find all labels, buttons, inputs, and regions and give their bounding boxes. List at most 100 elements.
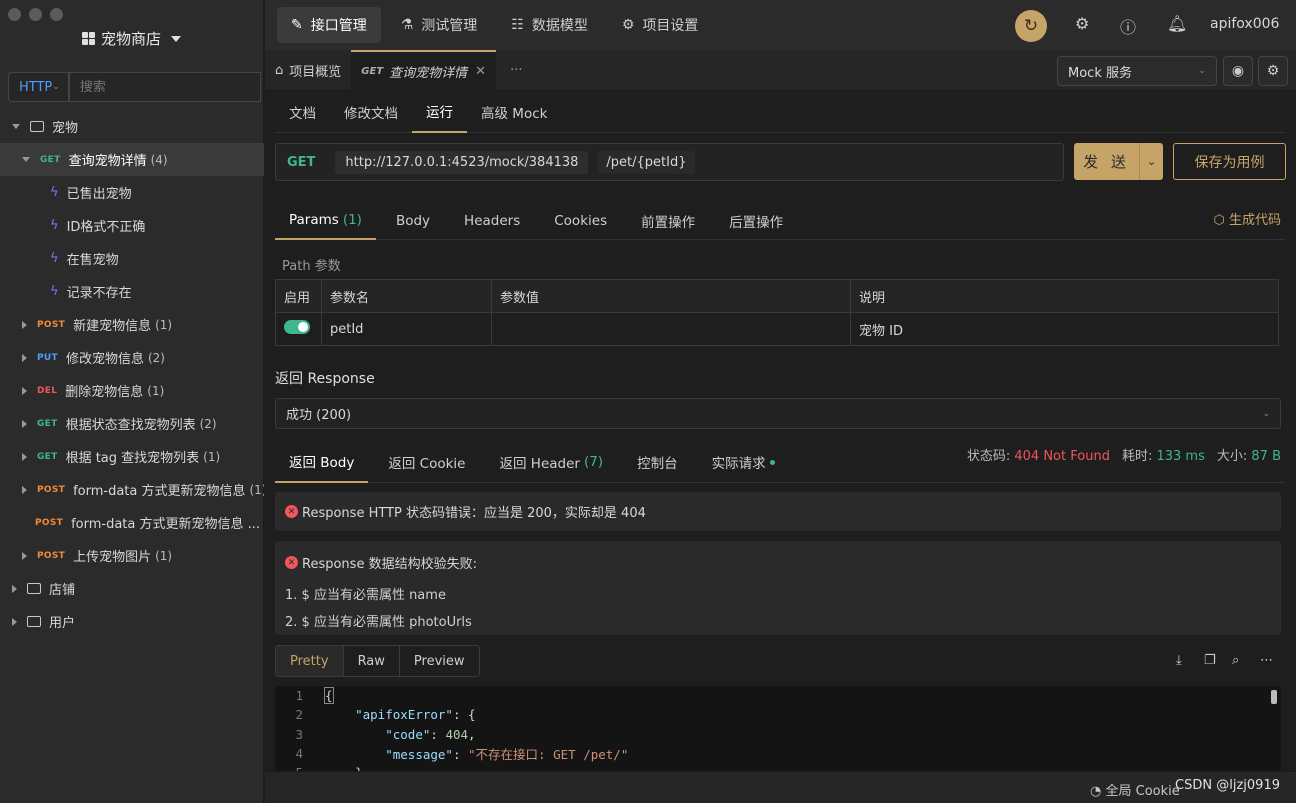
caret-right-icon[interactable] <box>12 584 17 593</box>
tree-item[interactable]: ϟ 已售出宠物 <box>0 176 264 209</box>
request-method[interactable]: GET <box>287 155 315 170</box>
scrollbar[interactable] <box>1271 690 1277 704</box>
caret-right-icon[interactable] <box>22 320 27 329</box>
chevron-down-icon[interactable]: ⌄ <box>1139 143 1163 180</box>
more-tabs-button[interactable]: ··· <box>500 50 532 91</box>
tab-headers[interactable]: Headers <box>450 201 534 240</box>
caret-right-icon[interactable] <box>22 353 27 362</box>
tab-api-management[interactable]: ✎ 接口管理 <box>277 7 381 43</box>
tree-item[interactable]: ϟ 记录不存在 <box>0 275 264 308</box>
tab-test-management[interactable]: ⚗ 测试管理 <box>387 7 492 43</box>
bell-icon[interactable]: 🔔︎ <box>1167 14 1187 33</box>
save-as-case-button[interactable]: 保存为用例 <box>1173 143 1286 180</box>
env-settings-button[interactable]: ⚙ <box>1258 56 1288 86</box>
tree-item[interactable]: GET 查询宠物详情 (4) <box>0 143 264 176</box>
method-badge: PUT <box>37 352 58 363</box>
table-row: petId 宠物 ID <box>275 312 1279 346</box>
enabled-toggle[interactable] <box>284 320 310 334</box>
tab-preview[interactable]: Preview <box>400 646 479 676</box>
tree-item-label: 上传宠物图片 <box>73 550 152 565</box>
response-select[interactable]: 成功 (200) ⌄ <box>275 398 1281 429</box>
tab-console[interactable]: 控制台 <box>623 441 692 483</box>
tab-pretty[interactable]: Pretty <box>276 646 344 676</box>
tab-response-body[interactable]: 返回 Body <box>275 441 369 483</box>
url-bar[interactable]: GET http://127.0.0.1:4523/mock/384138 /p… <box>275 143 1064 181</box>
tab-raw[interactable]: Raw <box>344 646 400 676</box>
tab-project-overview[interactable]: ⌂ 项目概览 <box>265 50 351 91</box>
tree-item[interactable]: GET 根据 tag 查找宠物列表 (1) <box>0 440 264 473</box>
eye-button[interactable]: ◉ <box>1223 56 1253 86</box>
copy-icon[interactable]: ❐ <box>1204 653 1216 668</box>
tab-edit-doc[interactable]: 修改文档 <box>330 91 412 133</box>
bolt-icon: ϟ <box>50 185 59 200</box>
tab-cookies[interactable]: Cookies <box>540 201 621 240</box>
tree-item[interactable]: PUT 修改宠物信息 (2) <box>0 341 264 374</box>
tab-run[interactable]: 运行 <box>412 91 467 133</box>
tree-item[interactable]: POST 新建宠物信息 (1) <box>0 308 264 341</box>
tree-item[interactable]: POST form-data 方式更新宠物信息(1) <box>0 473 264 506</box>
tab-data-model[interactable]: ☷ 数据模型 <box>497 7 602 43</box>
caret-down-icon[interactable] <box>22 157 30 162</box>
tree-item[interactable]: POST form-data 方式更新宠物信息 ... <box>0 506 264 539</box>
caret-right-icon[interactable] <box>22 386 27 395</box>
help-icon[interactable]: ⓘ <box>1120 14 1136 38</box>
global-cookie-button[interactable]: ◔ 全局 Cookie <box>1090 780 1180 799</box>
settings-gear-icon[interactable]: ⚙ <box>1075 14 1089 33</box>
tab-api-detail[interactable]: GET 查询宠物详情 ✕ <box>351 49 497 91</box>
search-icon[interactable]: ⌕ <box>1232 653 1239 668</box>
close-window-button[interactable] <box>8 8 21 21</box>
caret-right-icon[interactable] <box>22 485 27 494</box>
caret-right-icon[interactable] <box>22 551 27 560</box>
folder-icon <box>27 583 41 594</box>
sync-button[interactable]: ↻ <box>1015 10 1047 42</box>
tree-item[interactable]: GET 根据状态查找宠物列表 (2) <box>0 407 264 440</box>
caret-right-icon[interactable] <box>12 617 17 626</box>
api-subtabs: 文档 修改文档 运行 高级 Mock <box>275 91 1285 133</box>
bank-icon: ⌂ <box>275 62 284 78</box>
close-icon[interactable]: ✕ <box>475 64 486 79</box>
tab-pre-actions[interactable]: 前置操作 <box>627 201 709 240</box>
param-name-cell[interactable]: petId <box>321 312 492 346</box>
username[interactable]: apifox006 <box>1210 16 1279 32</box>
tab-response-header[interactable]: 返回 Header (7) <box>486 441 618 483</box>
cube-icon: ⬡ <box>1213 213 1225 228</box>
tree-item[interactable]: DEL 删除宠物信息 (1) <box>0 374 264 407</box>
send-button[interactable]: 发 送 ⌄ <box>1074 143 1163 180</box>
download-icon[interactable]: ⤓ <box>1176 653 1182 668</box>
tree-item[interactable]: 店铺 <box>0 572 264 605</box>
response-code-viewer[interactable]: 1{ 2 "apifoxError": { 3 "code": 404, 4 "… <box>275 686 1281 771</box>
caret-right-icon[interactable] <box>22 452 27 461</box>
tab-actual-request[interactable]: 实际请求 <box>698 441 789 483</box>
tab-post-actions[interactable]: 后置操作 <box>715 201 797 240</box>
base-url[interactable]: http://127.0.0.1:4523/mock/384138 <box>335 150 589 174</box>
tab-advanced-mock[interactable]: 高级 Mock <box>467 91 561 133</box>
tree-item[interactable]: POST 上传宠物图片 (1) <box>0 539 264 572</box>
tab-body[interactable]: Body <box>382 201 444 240</box>
caret-right-icon[interactable] <box>22 419 27 428</box>
more-icon[interactable]: ⋯ <box>1260 653 1273 668</box>
search-input[interactable] <box>68 72 261 102</box>
project-switcher[interactable]: 宠物商店 <box>82 28 182 49</box>
param-desc-cell[interactable]: 宠物 ID <box>850 312 1279 346</box>
tree-item[interactable]: ϟ 在售宠物 <box>0 242 264 275</box>
tab-params[interactable]: Params (1) <box>275 201 376 240</box>
request-path[interactable]: /pet/{petId} <box>598 150 695 174</box>
method-filter-select[interactable]: HTTP ⌄ <box>8 72 69 102</box>
tree-item[interactable]: ϟ ID格式不正确 <box>0 209 264 242</box>
tab-doc[interactable]: 文档 <box>275 91 330 133</box>
tree-item-count: (1) <box>155 548 173 563</box>
caret-down-icon[interactable] <box>12 124 20 129</box>
window-controls <box>8 8 63 21</box>
minimize-window-button[interactable] <box>29 8 42 21</box>
mock-service-select[interactable]: Mock 服务 ⌄ <box>1057 56 1217 86</box>
tree-item[interactable]: 用户 <box>0 605 264 638</box>
code-text: "message": "不存在接口: GET /pet/" <box>385 747 629 763</box>
method-badge: GET <box>37 418 58 429</box>
param-value-cell[interactable] <box>491 312 851 346</box>
generate-code-button[interactable]: ⬡ 生成代码 <box>1213 209 1281 228</box>
tab-project-settings[interactable]: ⚙ 项目设置 <box>608 7 713 43</box>
status-dot <box>769 459 775 465</box>
tab-response-cookie[interactable]: 返回 Cookie <box>374 441 479 483</box>
zoom-window-button[interactable] <box>50 8 63 21</box>
tree-item[interactable]: 宠物 <box>0 110 264 143</box>
